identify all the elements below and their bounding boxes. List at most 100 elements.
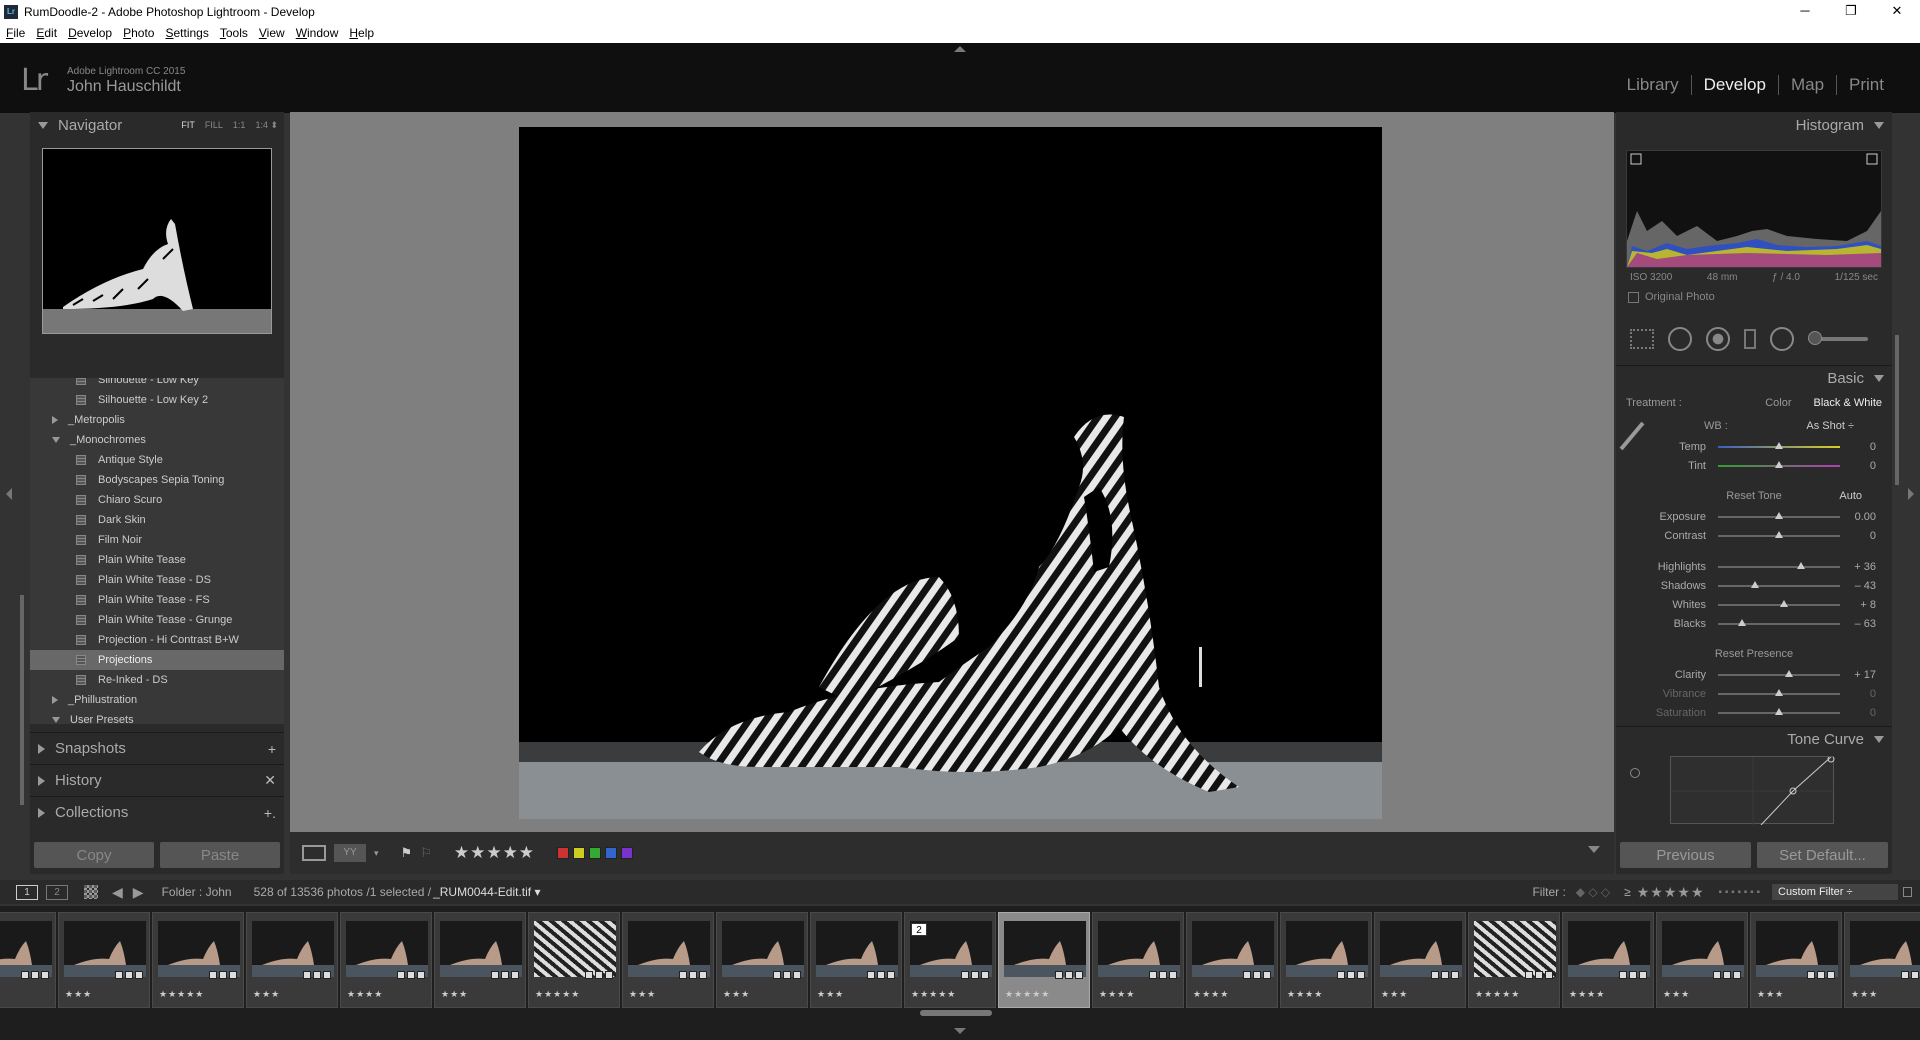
treatment-color[interactable]: Color xyxy=(1765,397,1791,409)
primary-window-button[interactable]: 1 xyxy=(16,884,38,900)
preset-row[interactable]: _Monochromes xyxy=(30,430,284,450)
filmstrip-thumbnail[interactable]: ★★★★★ xyxy=(998,912,1090,1008)
slider-value[interactable]: 0 xyxy=(1840,530,1880,542)
chevron-down-icon[interactable]: ▾ xyxy=(374,848,379,859)
filmstrip-thumbnail[interactable]: ★★★★ xyxy=(340,912,432,1008)
folder-collapsed-icon[interactable] xyxy=(52,696,58,704)
selected-filename[interactable]: _RUM0044-Edit.tif ▾ xyxy=(433,885,540,899)
auto-tone-button[interactable]: Auto xyxy=(1839,490,1862,502)
flag-pick-icon[interactable]: ⚑ xyxy=(401,845,413,861)
preset-row[interactable]: Plain White Tease - Grunge xyxy=(30,610,284,630)
filmstrip-thumbnail[interactable]: ★★★ xyxy=(434,912,526,1008)
stack-count-badge[interactable]: 2 xyxy=(911,923,927,936)
menu-develop[interactable]: Develop xyxy=(68,26,112,40)
preset-row[interactable]: Chiaro Scuro xyxy=(30,490,284,510)
filmstrip-thumbnail[interactable]: ★★★ xyxy=(58,912,150,1008)
red-eye-icon[interactable] xyxy=(1706,327,1730,351)
slider-thumb[interactable] xyxy=(1796,561,1805,569)
slider-value[interactable]: 0.00 xyxy=(1840,511,1880,523)
menu-help[interactable]: Help xyxy=(349,26,374,40)
module-library[interactable]: Library xyxy=(1615,75,1691,95)
right-panel-toggle-icon[interactable] xyxy=(1908,488,1914,500)
color-label-swatch[interactable] xyxy=(557,847,570,859)
crop-tool-icon[interactable] xyxy=(1630,329,1654,349)
minimize-button[interactable]: ─ xyxy=(1782,0,1828,23)
menu-edit[interactable]: Edit xyxy=(36,26,57,40)
filmstrip-thumbnail[interactable]: ★★★ xyxy=(0,912,56,1008)
slider-thumb[interactable] xyxy=(1784,669,1793,677)
left-scrollbar[interactable] xyxy=(20,595,24,805)
preset-row[interactable]: Projection - Hi Contrast B+W xyxy=(30,630,284,650)
rating-filter-stars[interactable]: ★★★★★ xyxy=(1637,884,1705,901)
filmstrip-thumbnail[interactable]: ★★★★★ xyxy=(152,912,244,1008)
flag-filter-icon[interactable]: ◆ ◇ ◇ xyxy=(1576,885,1610,899)
slider-thumb[interactable] xyxy=(1750,580,1759,588)
custom-filter-select[interactable]: Custom Filter ÷ xyxy=(1772,884,1898,900)
slider-track[interactable] xyxy=(1718,707,1840,715)
filmstrip-thumbnail[interactable]: ★★★★ xyxy=(1092,912,1184,1008)
filter-lock-icon[interactable] xyxy=(1903,887,1912,897)
original-photo-toggle[interactable]: Original Photo xyxy=(1616,283,1892,303)
module-develop[interactable]: Develop xyxy=(1690,75,1778,95)
filmstrip-scrollbar[interactable] xyxy=(920,1010,992,1016)
add-snapshot-icon[interactable]: + xyxy=(268,741,276,757)
slider-track[interactable] xyxy=(1718,688,1840,696)
flag-reject-icon[interactable]: ⚐ xyxy=(420,845,432,861)
slider-track[interactable] xyxy=(1718,669,1840,677)
slider-track[interactable] xyxy=(1718,441,1840,449)
menu-view[interactable]: View xyxy=(259,26,285,40)
reset-tone-button[interactable]: Reset Tone xyxy=(1726,490,1781,502)
folder-source[interactable]: Folder : John xyxy=(162,885,232,899)
bottom-panel-toggle-icon[interactable] xyxy=(954,1028,966,1034)
zoom-1-1[interactable]: 1:1 xyxy=(233,120,246,131)
preset-row[interactable]: Re-Inked - DS xyxy=(30,670,284,690)
zoom-fill[interactable]: FILL xyxy=(205,120,223,131)
menu-file[interactable]: File xyxy=(6,26,25,40)
loupe-view-icon[interactable] xyxy=(302,845,326,861)
snapshots-header[interactable]: Snapshots + xyxy=(30,732,284,764)
preset-row[interactable]: Plain White Tease xyxy=(30,550,284,570)
slider-track[interactable] xyxy=(1718,460,1840,468)
preset-row[interactable]: Film Noir xyxy=(30,530,284,550)
copy-button[interactable]: Copy xyxy=(34,842,154,868)
paste-button[interactable]: Paste xyxy=(160,842,280,868)
slider-value[interactable]: – 43 xyxy=(1840,580,1880,592)
zoom-1-4[interactable]: 1:4 ⬍ xyxy=(255,120,278,131)
filmstrip-thumbnail[interactable]: ★★★ xyxy=(1374,912,1466,1008)
filmstrip-thumbnail[interactable]: ★★★ xyxy=(1656,912,1748,1008)
slider-track[interactable] xyxy=(1718,530,1840,538)
slider-thumb[interactable] xyxy=(1775,441,1783,449)
basic-header[interactable]: Basic xyxy=(1616,365,1892,391)
menu-window[interactable]: Window xyxy=(296,26,339,40)
filmstrip-thumbnail[interactable]: ★★★ xyxy=(622,912,714,1008)
filmstrip-thumbnail[interactable]: ★★★ xyxy=(716,912,808,1008)
filmstrip-thumbnail[interactable]: 2 ★★★★★ xyxy=(904,912,996,1008)
folder-collapsed-icon[interactable] xyxy=(52,416,58,424)
slider-track[interactable] xyxy=(1718,580,1840,588)
filmstrip-thumbnail[interactable]: ★★★★ xyxy=(1280,912,1372,1008)
menu-settings[interactable]: Settings xyxy=(165,26,208,40)
graduated-filter-icon[interactable] xyxy=(1744,329,1756,349)
filmstrip-thumbnail[interactable]: ★★★ xyxy=(810,912,902,1008)
filmstrip-thumbnail[interactable]: ★★★★★ xyxy=(1468,912,1560,1008)
slider-thumb[interactable] xyxy=(1775,460,1783,468)
forward-arrow-icon[interactable]: ▶ xyxy=(133,884,144,901)
color-label-swatch[interactable] xyxy=(621,847,634,859)
filmstrip-thumbnail[interactable]: ★★★★★ xyxy=(528,912,620,1008)
slider-thumb[interactable] xyxy=(1775,530,1783,538)
wb-select[interactable]: As Shot ÷ xyxy=(1806,420,1854,432)
filmstrip-thumbnail[interactable]: ★★★★ xyxy=(1562,912,1654,1008)
slider-thumb[interactable] xyxy=(1775,688,1783,696)
module-map[interactable]: Map xyxy=(1777,75,1836,95)
filmstrip-thumbnail[interactable]: ★★★★ xyxy=(1186,912,1278,1008)
preset-row[interactable]: _Phillustration xyxy=(30,690,284,710)
preset-row[interactable]: Dark Skin xyxy=(30,510,284,530)
color-filter-icon[interactable]: ▪ ▪ ▪ ▪ ▪ ▪ ▪ xyxy=(1719,887,1760,898)
color-label-swatch[interactable] xyxy=(573,847,586,859)
slider-value[interactable]: 0 xyxy=(1840,441,1880,453)
previous-button[interactable]: Previous xyxy=(1620,842,1751,868)
slider-track[interactable] xyxy=(1718,618,1840,626)
collections-header[interactable]: Collections +. xyxy=(30,796,284,828)
zoom-fit[interactable]: FIT xyxy=(181,120,195,131)
maximize-button[interactable]: ❐ xyxy=(1828,0,1874,23)
